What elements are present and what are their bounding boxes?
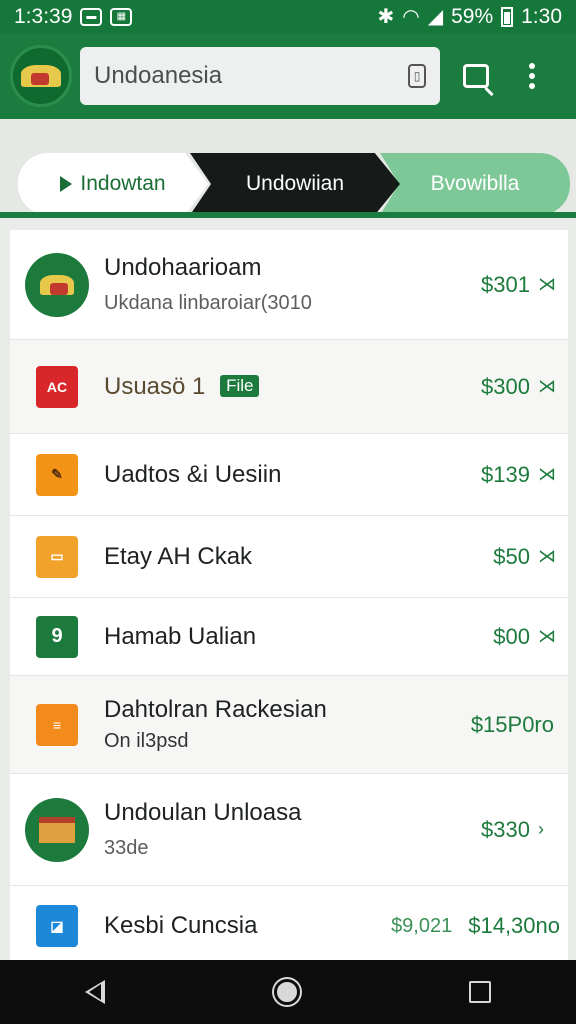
list-card: Undohaarioam Ukdana linbaroiar(3010 $301… [10, 230, 568, 960]
list-item[interactable]: AC Usuasö 1 File $300 ⋊ [10, 340, 568, 434]
item-subtitle: 33de [104, 837, 149, 859]
search-button[interactable] [448, 48, 504, 104]
item-subtitle: On il3psd [104, 730, 189, 752]
more-vert-icon[interactable] [504, 48, 560, 104]
navigation-bar [0, 960, 576, 1024]
back-icon[interactable] [84, 980, 105, 1004]
chevron-right-icon: ⋊ [538, 626, 556, 646]
item-title: Usuasö 1 [104, 372, 206, 400]
item-title: Etay AH Ckak [104, 542, 253, 570]
tab-bvowiblla[interactable]: Bvowiblla [380, 153, 570, 215]
list-item[interactable]: ▭ Etay AH Ckak $50 ⋊ [10, 516, 568, 598]
item-title: Uadtos &i Uesiin [104, 460, 282, 488]
item-price: $14,30no [468, 913, 560, 938]
folder-icon: ▭ [36, 535, 78, 578]
item-title: Undoulan Unloasa [104, 799, 302, 826]
item-title: Kesbi Cuncsia [104, 912, 258, 939]
doc-icon: ≡ [36, 703, 78, 746]
chevron-right-icon: ⋊ [538, 464, 556, 484]
tab-strip: Indowtan Bvowiblla Undowiian [0, 119, 576, 219]
eagle-emblem-icon [21, 65, 61, 87]
file-badge: File [220, 374, 260, 397]
input-action-icon[interactable]: ▯ [408, 64, 426, 88]
tool-icon: ✎ [36, 453, 78, 496]
green-app-icon: 9 [36, 615, 78, 658]
item-title: Undohaarioam [104, 254, 262, 281]
list-item[interactable]: Undohaarioam Ukdana linbaroiar(3010 $301… [10, 230, 568, 340]
chevron-right-icon: ⋊ [538, 376, 556, 396]
chart-icon: ◪ [36, 905, 78, 947]
item-price: $301 [481, 271, 530, 297]
chevron-right-icon: ⋊ [538, 274, 556, 294]
item-price: $300 [481, 373, 530, 399]
chevron-right-icon: ⋊ [538, 546, 556, 566]
signal-icon: ◢ [427, 5, 444, 28]
item-price: $15P0ro [470, 711, 554, 737]
list-item[interactable]: ◪ Kesbi Cuncsia $9,021 $14,30no [10, 886, 568, 960]
tab-label: Undowiian [245, 172, 345, 195]
eagle-logo-icon [25, 252, 89, 317]
list-item[interactable]: Undoulan Unloasa 33de $330 › [10, 774, 568, 886]
status-clock: 1:30 [521, 4, 562, 28]
list-item[interactable]: ≡ Dahtolran Rackesian On il3psd $15P0ro [10, 676, 568, 774]
bluetooth-icon: ✱ [377, 5, 395, 28]
item-title: Hamab Ualian [104, 622, 257, 650]
wifi-icon: ◠ [402, 5, 420, 28]
status-time: 1:3:39 [14, 4, 73, 28]
recents-icon[interactable] [469, 981, 492, 1003]
item-price-alt: $9,021 [391, 914, 453, 937]
list-item[interactable]: 9 Hamab Ualian $00 ⋊ [10, 598, 568, 676]
media-icon: ▦ [110, 7, 133, 26]
home-icon[interactable] [273, 979, 300, 1005]
battery-percent: 59% [451, 4, 494, 28]
item-title: Dahtolran Rackesian [104, 696, 327, 723]
item-price: $00 [493, 623, 530, 649]
chevron-right-icon: › [538, 819, 544, 839]
item-subtitle: Ukdana linbaroiar(3010 [104, 292, 312, 314]
tab-underline [0, 212, 576, 218]
item-price: $139 [481, 461, 530, 487]
app-logo[interactable] [10, 45, 72, 107]
tab-label: Bvowiblla [430, 172, 520, 195]
tab-undowiian[interactable]: Undowiian [190, 153, 400, 215]
ac-icon: AC [36, 365, 78, 408]
search-input[interactable]: Undoanesia ▯ [80, 47, 440, 105]
battery-icon [501, 6, 514, 27]
list-item[interactable]: ✎ Uadtos &i Uesiin $139 ⋊ [10, 434, 568, 516]
notification-icon: ▬ [80, 7, 103, 26]
play-icon [60, 176, 73, 192]
app-bar: Undoanesia ▯ [0, 33, 576, 119]
building-logo-icon [25, 797, 89, 862]
item-price: $330 [481, 816, 530, 842]
status-bar: 1:3:39 ▬ ▦ ✱ ◠ ◢ 59% 1:30 [0, 0, 576, 33]
search-input-text: Undoanesia [94, 62, 223, 89]
item-price: $50 [493, 543, 530, 569]
tab-indowtan[interactable]: Indowtan [18, 153, 208, 215]
tab-label: Indowtan [80, 172, 166, 195]
search-icon [463, 64, 489, 88]
